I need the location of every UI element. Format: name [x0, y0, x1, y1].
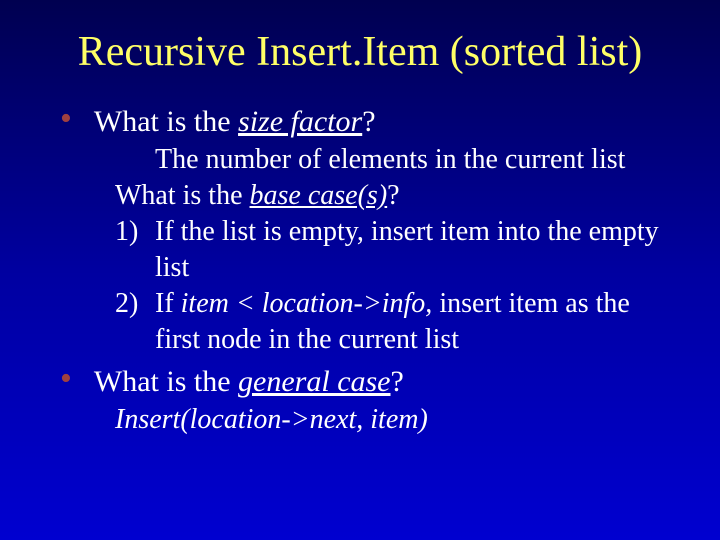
- slide-body: • What is the size factor? The number of…: [40, 104, 680, 438]
- num-2-label: 2): [115, 286, 155, 358]
- bullet-1-text: What is the size factor?: [94, 104, 376, 140]
- answer-3: Insert(location->next, item): [115, 402, 680, 438]
- b3-emph: general case: [238, 365, 390, 398]
- num-2-text: If item < location->info, insert item as…: [155, 286, 680, 358]
- num-1-text: If the list is empty, insert item into t…: [155, 214, 680, 286]
- sub-question-2: What is the base case(s)?: [115, 178, 680, 214]
- b2-post: ?: [387, 180, 399, 211]
- b2-emph: base case(s): [250, 180, 388, 211]
- b3-pre: What is the: [94, 365, 238, 398]
- n2-pre: If: [155, 288, 181, 319]
- b2-pre: What is the: [115, 180, 250, 211]
- b3-post: ?: [391, 365, 404, 398]
- slide: Recursive Insert.Item (sorted list) • Wh…: [0, 0, 720, 540]
- bullet-3-text: What is the general case?: [94, 364, 404, 400]
- bullet-icon: •: [60, 364, 72, 394]
- numbered-1: 1) If the list is empty, insert item int…: [115, 214, 680, 286]
- numbered-2: 2) If item < location->info, insert item…: [115, 286, 680, 358]
- bullet-1: • What is the size factor?: [60, 104, 680, 140]
- slide-title: Recursive Insert.Item (sorted list): [40, 28, 680, 76]
- b1-pre: What is the: [94, 105, 238, 138]
- bullet-3: • What is the general case?: [60, 364, 680, 400]
- b1-emph: size factor: [238, 105, 362, 138]
- bullet-icon: •: [60, 104, 72, 134]
- num-1-label: 1): [115, 214, 155, 286]
- n2-emph: item < location->info,: [181, 288, 433, 319]
- answer-1: The number of elements in the current li…: [155, 142, 680, 178]
- b1-post: ?: [362, 105, 375, 138]
